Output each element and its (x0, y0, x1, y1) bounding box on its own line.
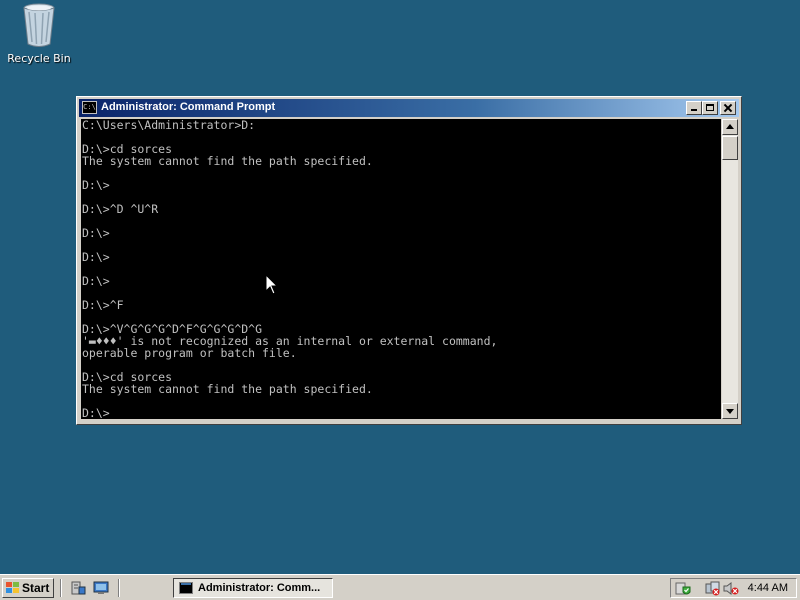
close-button[interactable] (720, 101, 736, 115)
task-label: Administrator: Comm... (198, 582, 321, 594)
desktop-icon-recycle-bin[interactable]: Recycle Bin (4, 2, 74, 65)
security-shield-icon[interactable] (675, 581, 691, 596)
scroll-up-arrow[interactable] (722, 119, 738, 135)
taskbar: Start Administrator: Comm... 4:44 AM (0, 574, 800, 600)
network-disconnected-icon[interactable] (705, 581, 721, 596)
volume-muted-icon[interactable] (723, 581, 739, 596)
vertical-scrollbar[interactable] (722, 119, 738, 419)
scroll-down-arrow[interactable] (722, 403, 738, 419)
command-prompt-window[interactable]: C:\ Administrator: Command Prompt C:\Use… (76, 96, 742, 425)
maximize-button[interactable] (702, 101, 718, 115)
start-button[interactable]: Start (2, 578, 54, 598)
console-line: D:\> (82, 226, 110, 240)
console-line: C:\Users\Administrator>D: (82, 119, 256, 132)
console-line: D:\> (82, 178, 110, 192)
scroll-thumb[interactable] (722, 136, 738, 160)
taskbar-separator (60, 579, 62, 597)
console-line: D:\>^D ^U^R (82, 202, 159, 216)
taskbar-task-command-prompt[interactable]: Administrator: Comm... (173, 578, 333, 598)
taskbar-separator (118, 579, 120, 597)
system-tray: 4:44 AM (670, 578, 797, 598)
show-desktop-icon[interactable] (93, 581, 109, 595)
console-line: operable program or batch file. (82, 346, 297, 360)
clock[interactable]: 4:44 AM (748, 582, 788, 594)
windows-logo-icon (6, 582, 19, 593)
window-titlebar[interactable]: C:\ Administrator: Command Prompt (79, 99, 739, 117)
console-line: D:\>^F (82, 298, 124, 312)
recycle-bin-icon (23, 3, 55, 47)
command-prompt-icon (179, 582, 193, 594)
mouse-pointer-icon (266, 275, 278, 295)
console-line: D:\> (82, 250, 110, 264)
command-prompt-icon: C:\ (82, 101, 97, 114)
minimize-button[interactable] (686, 101, 702, 115)
window-title: Administrator: Command Prompt (101, 101, 276, 113)
desktop-icon-label: Recycle Bin (7, 52, 71, 65)
server-manager-icon[interactable] (70, 581, 86, 595)
console-line: The system cannot find the path specifie… (82, 382, 373, 396)
console-output[interactable]: C:\Users\Administrator>D: D:\>cd sorces … (81, 119, 721, 419)
console-line: The system cannot find the path specifie… (82, 154, 373, 168)
start-label: Start (22, 581, 50, 595)
console-line: D:\> (82, 274, 110, 288)
console-prompt-line: D:\> (82, 406, 110, 419)
